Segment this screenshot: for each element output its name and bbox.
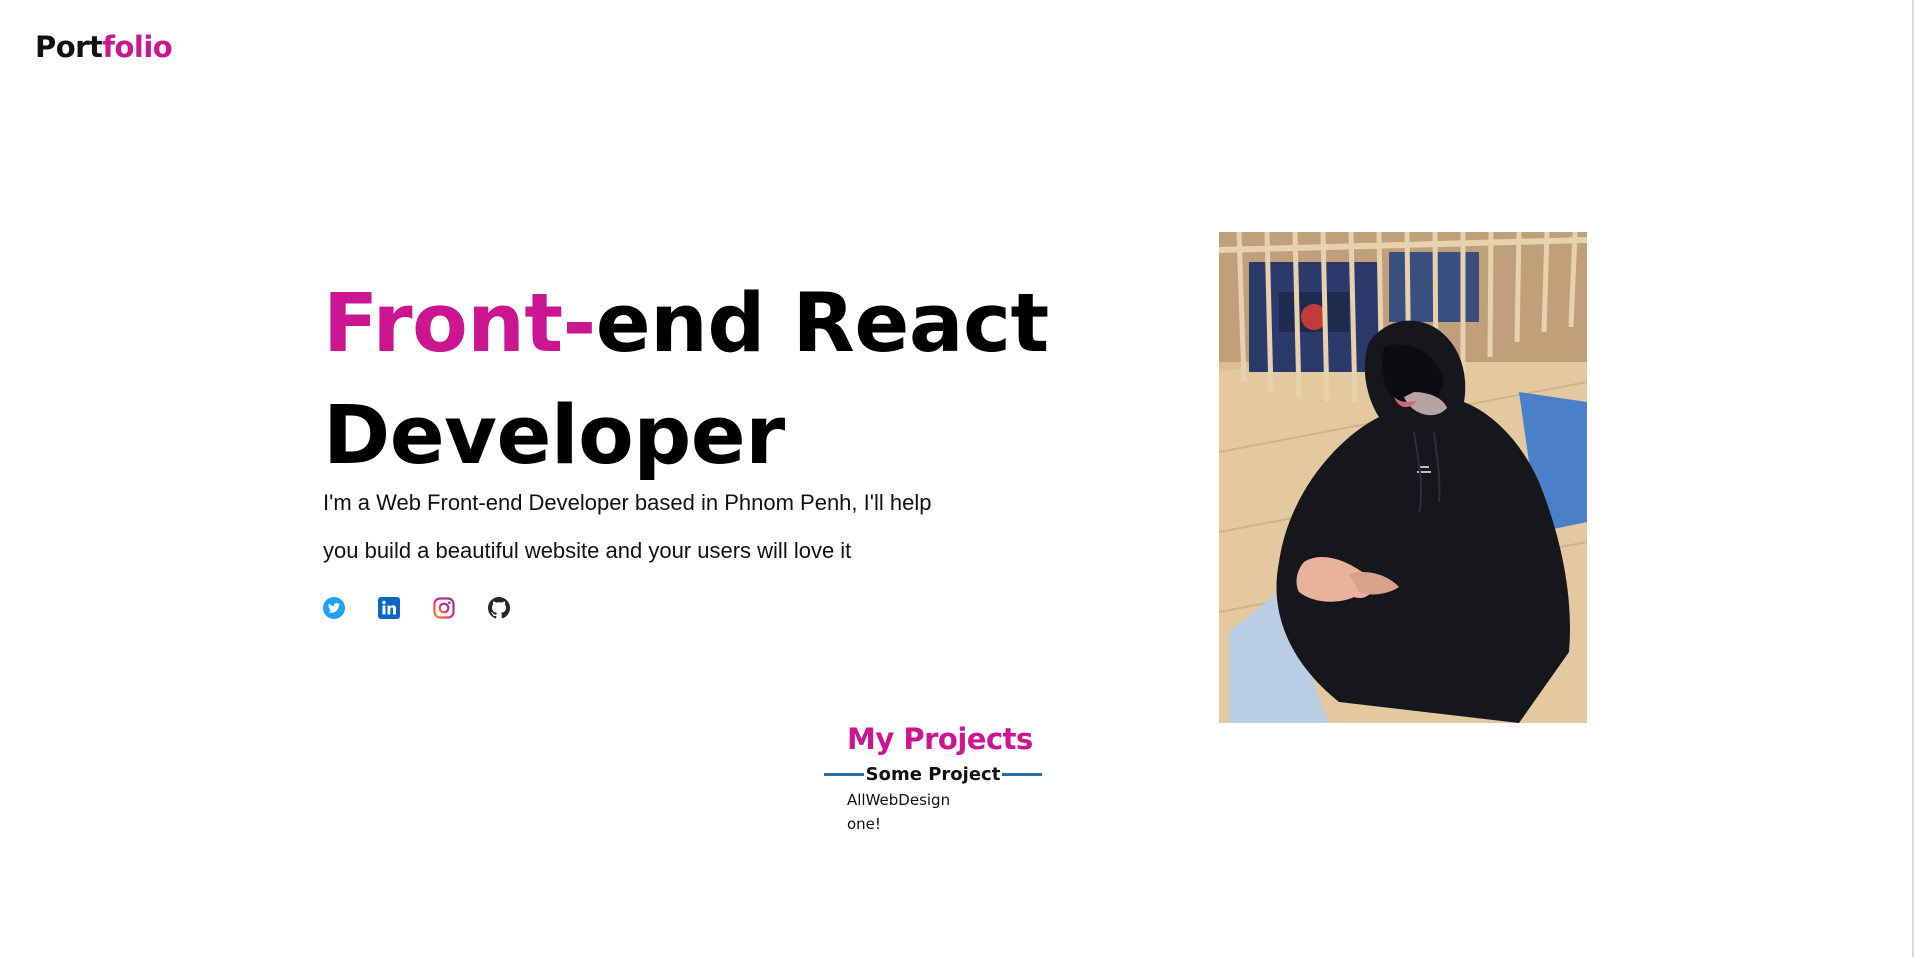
divider-left (824, 773, 864, 776)
hero-title: Front-end React Developer (323, 268, 1049, 492)
navbar-logo[interactable]: Portfolio (35, 30, 173, 64)
projects-subtitle: Some Project (865, 764, 1001, 785)
github-icon (488, 597, 510, 619)
hero-title-line2: Developer (323, 389, 785, 483)
twitter-icon (323, 597, 345, 619)
github-link[interactable] (488, 597, 510, 619)
social-links (323, 597, 510, 619)
hero-description: I'm a Web Front-end Developer based in P… (323, 490, 932, 563)
hero-title-accent: Front- (323, 277, 596, 371)
project-card[interactable]: AllWebDesign one! (847, 788, 950, 836)
projects-title: My Projects (847, 722, 1033, 756)
linkedin-icon (378, 597, 400, 619)
divider-right (1002, 773, 1042, 776)
logo-text-folio: folio (102, 30, 173, 64)
twitter-link[interactable] (323, 597, 345, 619)
projects-subtitle-row: Some Project (824, 764, 1042, 785)
profile-photo (1219, 232, 1587, 723)
linkedin-link[interactable] (378, 597, 400, 619)
instagram-link[interactable] (433, 597, 455, 619)
project-caption: one! (847, 815, 881, 833)
logo-text-port: Port (35, 30, 103, 64)
project-name: AllWebDesign (847, 791, 951, 809)
instagram-icon (433, 597, 455, 619)
hero-title-rest: end React (595, 277, 1049, 371)
